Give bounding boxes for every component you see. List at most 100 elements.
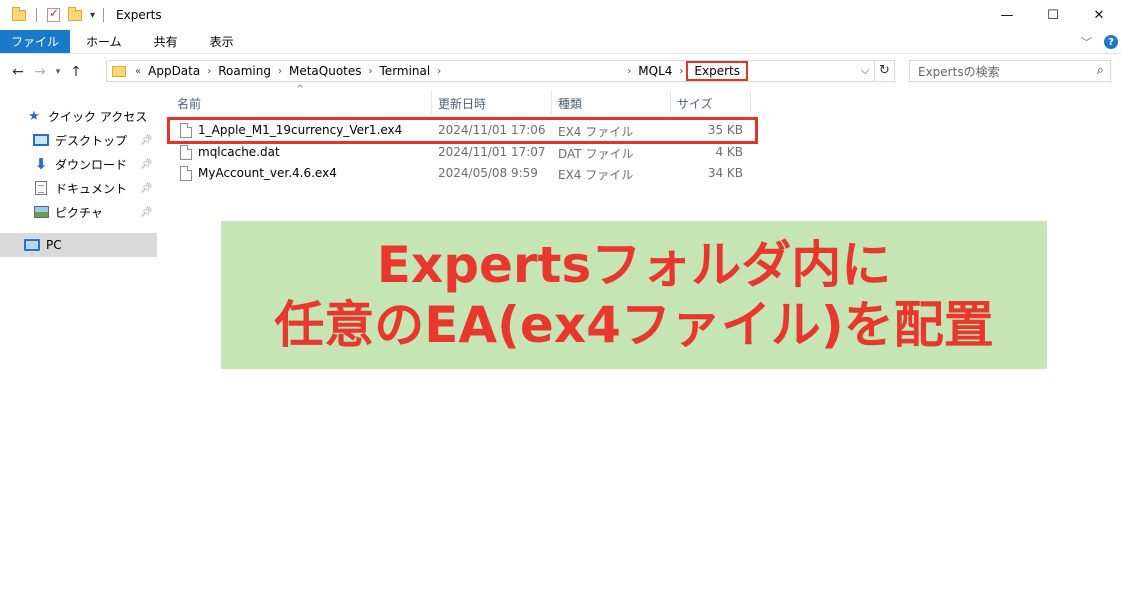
pin-icon: 📌︎ xyxy=(140,158,153,170)
address-bar[interactable]: « AppData › Roaming › MetaQuotes › Termi… xyxy=(106,60,895,82)
chevron-down-icon[interactable]: ﹀ xyxy=(1081,34,1092,50)
file-type: DAT ファイル xyxy=(558,147,634,161)
breadcrumb-mql4[interactable]: MQL4 xyxy=(634,64,676,78)
column-name[interactable]: 名前 xyxy=(177,95,201,112)
folder-icon[interactable] xyxy=(12,6,26,21)
pin-icon: 📌︎ xyxy=(140,134,153,146)
properties-icon[interactable] xyxy=(47,6,60,22)
up-arrow-icon[interactable]: ↑ xyxy=(65,64,87,80)
window-controls: — ☐ ✕ xyxy=(984,0,1122,30)
sidebar-item-label: デスクトップ xyxy=(55,133,128,148)
refresh-icon[interactable]: ↻ xyxy=(874,61,894,81)
desktop-icon xyxy=(33,134,49,146)
file-size: 35 KB xyxy=(707,123,743,137)
file-name: mqlcache.dat xyxy=(198,145,280,159)
sidebar-item-label: ダウンロード xyxy=(55,157,128,172)
search-icon[interactable]: ⌕ xyxy=(1097,63,1104,78)
sidebar-item-label: ドキュメント xyxy=(55,181,128,196)
file-modified: 2024/11/01 17:07 xyxy=(438,145,546,159)
document-icon xyxy=(35,181,47,195)
breadcrumb-roaming[interactable]: Roaming xyxy=(214,64,275,78)
sidebar-item-label: PC xyxy=(46,238,62,252)
download-icon: ⬇ xyxy=(34,155,48,173)
breadcrumb-experts[interactable]: Experts xyxy=(686,61,748,81)
navigation-bar: ← → ▾ ↑ « AppData › Roaming › MetaQuotes… xyxy=(0,58,1122,86)
instruction-line-2: 任意のEA(ex4ファイル)を配置 xyxy=(274,296,994,354)
sidebar-item-pictures[interactable]: ピクチャ 📌︎ xyxy=(0,200,157,224)
breadcrumb-metaquotes[interactable]: MetaQuotes xyxy=(285,64,366,78)
sidebar-item-downloads[interactable]: ⬇ ダウンロード 📌︎ xyxy=(0,152,157,176)
column-headers: 名前 更新日時 種類 サイズ xyxy=(170,90,760,114)
search-placeholder: Expertsの検索 xyxy=(918,64,1000,79)
file-size: 4 KB xyxy=(715,145,743,159)
column-divider[interactable] xyxy=(551,90,552,114)
file-modified: 2024/05/08 9:59 xyxy=(438,166,538,180)
folder-icon xyxy=(112,65,126,77)
file-row[interactable]: 1_Apple_M1_19currency_Ver1.ex4 2024/11/0… xyxy=(167,117,758,144)
chevron-right-icon[interactable]: › xyxy=(676,66,686,77)
tab-share[interactable]: 共有 xyxy=(138,30,194,53)
instruction-banner: Expertsフォルダ内に 任意のEA(ex4ファイル)を配置 xyxy=(221,221,1047,369)
new-folder-icon[interactable] xyxy=(68,6,82,21)
customize-toolbar-icon[interactable]: ▾ xyxy=(90,10,95,21)
back-arrow-icon[interactable]: ← xyxy=(7,64,29,80)
sidebar-item-desktop[interactable]: デスクトップ 📌︎ xyxy=(0,128,157,152)
chevron-right-icon[interactable]: › xyxy=(275,66,285,77)
desktop-icon-wrap xyxy=(33,133,49,147)
toolbar-divider xyxy=(36,8,37,22)
window-title: Experts xyxy=(116,8,162,22)
sidebar-item-label: クイック アクセス xyxy=(48,109,148,124)
pictures-icon-wrap xyxy=(33,205,49,219)
sidebar-item-documents[interactable]: ドキュメント 📌︎ xyxy=(0,176,157,200)
file-row[interactable]: mqlcache.dat 2024/11/01 17:07 DAT ファイル 4… xyxy=(170,142,755,163)
sidebar-item-pc[interactable]: PC xyxy=(0,233,157,257)
tab-file[interactable]: ファイル xyxy=(0,30,71,53)
minimize-button[interactable]: — xyxy=(984,0,1030,30)
column-divider[interactable] xyxy=(431,90,432,114)
pc-icon-wrap xyxy=(24,238,40,252)
address-history-dropdown-icon[interactable]: ⌵ xyxy=(856,64,874,78)
file-name: 1_Apple_M1_19currency_Ver1.ex4 xyxy=(198,123,403,137)
ribbon-tabs: ファイル ホーム 共有 表示 ﹀ ? xyxy=(0,30,1122,54)
sidebar-item-label: ピクチャ xyxy=(55,205,103,220)
close-button[interactable]: ✕ xyxy=(1076,0,1122,30)
file-size: 34 KB xyxy=(707,166,743,180)
file-name: MyAccount_ver.4.6.ex4 xyxy=(198,166,337,180)
file-row[interactable]: MyAccount_ver.4.6.ex4 2024/05/08 9:59 EX… xyxy=(170,163,755,184)
instruction-line-1: Expertsフォルダ内に xyxy=(376,236,892,294)
pc-icon xyxy=(24,239,40,251)
search-input[interactable]: Expertsの検索 ⌕ xyxy=(909,60,1111,82)
breadcrumb-appdata[interactable]: AppData xyxy=(144,64,204,78)
column-divider[interactable] xyxy=(670,90,671,114)
chevron-right-icon[interactable]: › xyxy=(204,66,214,77)
title-bar: ▾ Experts — ☐ ✕ xyxy=(0,0,1122,30)
document-icon-wrap xyxy=(33,181,49,195)
file-icon xyxy=(180,166,192,181)
file-type: EX4 ファイル xyxy=(558,125,634,139)
file-icon xyxy=(180,145,192,160)
tab-view[interactable]: 表示 xyxy=(194,30,250,53)
pin-icon: 📌︎ xyxy=(140,206,153,218)
pictures-icon xyxy=(33,206,49,218)
column-type[interactable]: 種類 xyxy=(558,95,582,112)
column-size[interactable]: サイズ xyxy=(677,95,713,112)
toolbar-divider xyxy=(103,8,105,22)
chevron-right-icon[interactable]: › xyxy=(434,66,444,77)
pin-icon: 📌︎ xyxy=(140,182,153,194)
sidebar-item-quick-access[interactable]: ★ クイック アクセス xyxy=(0,104,157,128)
maximize-button[interactable]: ☐ xyxy=(1030,0,1076,30)
file-modified: 2024/11/01 17:06 xyxy=(438,123,546,137)
recent-locations-icon[interactable]: ▾ xyxy=(51,67,65,77)
chevron-right-icon[interactable]: › xyxy=(624,66,634,77)
file-icon xyxy=(180,123,192,138)
tab-home[interactable]: ホーム xyxy=(70,30,138,53)
help-icon[interactable]: ? xyxy=(1104,35,1118,49)
star-icon: ★ xyxy=(28,108,40,124)
breadcrumb-terminal[interactable]: Terminal xyxy=(376,64,435,78)
navigation-pane: ★ クイック アクセス デスクトップ 📌︎ ⬇ ダウンロード 📌︎ ドキュメント… xyxy=(0,88,157,591)
forward-arrow-icon[interactable]: → xyxy=(29,64,51,80)
column-modified[interactable]: 更新日時 xyxy=(438,95,486,112)
column-divider[interactable] xyxy=(750,90,751,114)
chevron-right-icon[interactable]: › xyxy=(366,66,376,77)
overflow-crumbs-icon[interactable]: « xyxy=(132,66,144,77)
